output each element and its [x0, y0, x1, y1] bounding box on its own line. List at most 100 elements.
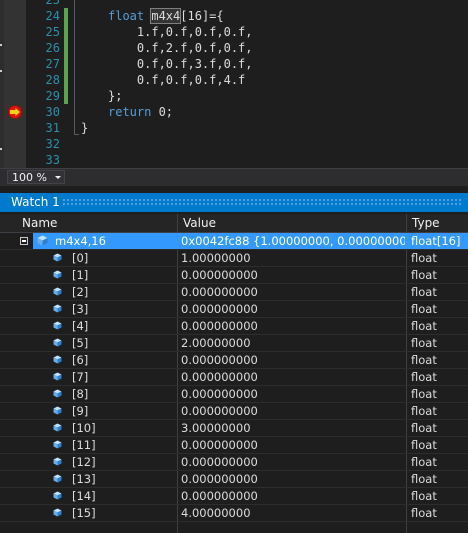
- code-text: }: [81, 120, 88, 136]
- watch-value[interactable]: 0.000000000: [181, 318, 405, 334]
- field-cube-icon: [53, 287, 62, 296]
- code-line[interactable]: 25 1.f,0.f,0.f,0.f,: [0, 24, 468, 40]
- zoom-dropdown[interactable]: 100 %: [7, 170, 65, 184]
- watch-value[interactable]: 1.00000000: [181, 250, 405, 266]
- watch-value[interactable]: 0x0042fc88 {1.00000000, 0.000000000, 0.0…: [181, 233, 405, 249]
- column-divider[interactable]: [177, 214, 178, 232]
- watch-type: float: [411, 421, 437, 435]
- watch-value[interactable]: 0.000000000: [181, 369, 405, 385]
- watch-row[interactable]: [7] 0.000000000 float: [0, 369, 468, 386]
- code-line[interactable]: 24 float m4x4[16]={: [0, 8, 468, 24]
- watch-type: float: [411, 489, 437, 503]
- watch-name: [7]: [72, 370, 89, 384]
- code-line[interactable]: 27 0.f,0.f,3.f,0.f,: [0, 56, 468, 72]
- code-keyword: float: [108, 9, 152, 23]
- watch-name: m4x4,16: [55, 234, 106, 248]
- watch-row-parent[interactable]: m4x4,16 0x0042fc88 {1.00000000, 0.000000…: [0, 233, 468, 250]
- watch-row[interactable]: [14] 0.000000000 float: [0, 488, 468, 505]
- column-header-name[interactable]: Name: [22, 214, 57, 232]
- code-editor[interactable]: 25 24 float m4x4[16]={25 1.f,0.f,0.f,0.f, 2…: [0, 0, 468, 168]
- watch-value[interactable]: 0.000000000: [181, 454, 405, 470]
- zoom-level: 100 %: [12, 171, 47, 184]
- watch-value[interactable]: 0.000000000: [181, 301, 405, 317]
- line-number: 29: [45, 89, 60, 103]
- watch-name: [3]: [72, 302, 89, 316]
- code-line[interactable]: 26 0.f,2.f,0.f,0.f,: [0, 40, 468, 56]
- line-number: 30: [45, 105, 60, 119]
- watch-row[interactable]: [15] 4.00000000 float: [0, 505, 468, 522]
- collapse-minus-icon[interactable]: [20, 237, 28, 245]
- code-line[interactable]: 29};: [0, 88, 468, 104]
- watch-column-header: Name Value Type: [0, 214, 468, 233]
- watch-type: float: [411, 404, 437, 418]
- watch-row[interactable]: [8] 0.000000000 float: [0, 386, 468, 403]
- code-line[interactable]: 32: [0, 136, 468, 152]
- code-token: 0.f,0.f,0.f,4.f: [108, 73, 246, 87]
- watch-row[interactable]: [0] 1.00000000 float: [0, 250, 468, 267]
- watch-row[interactable]: [9] 0.000000000 float: [0, 403, 468, 420]
- field-cube-icon: [53, 304, 62, 313]
- watch-row[interactable]: [4] 0.000000000 float: [0, 318, 468, 335]
- watch-type: float: [411, 506, 437, 520]
- watch-type: float[16]: [411, 234, 461, 248]
- watch-type: float: [411, 455, 437, 469]
- watch-row[interactable]: [10] 3.00000000 float: [0, 420, 468, 437]
- watch-value[interactable]: 0.000000000: [181, 284, 405, 300]
- ide-window: 25 24 float m4x4[16]={25 1.f,0.f,0.f,0.f, 2…: [0, 0, 468, 533]
- watch-type: float: [411, 438, 437, 452]
- watch-row[interactable]: [5] 2.00000000 float: [0, 335, 468, 352]
- watch-name: [14]: [72, 489, 96, 503]
- code-line[interactable]: 28 0.f,0.f,0.f,4.f: [0, 72, 468, 88]
- watch-value[interactable]: 0.000000000: [181, 267, 405, 283]
- watch-type: float: [411, 285, 437, 299]
- watch-row[interactable]: [2] 0.000000000 float: [0, 284, 468, 301]
- watch-value[interactable]: 3.00000000: [181, 420, 405, 436]
- field-cube-icon: [53, 389, 62, 398]
- code-text: };: [108, 88, 122, 104]
- field-cube-icon: [53, 491, 62, 500]
- watch-value[interactable]: 2.00000000: [181, 335, 405, 351]
- watch-value[interactable]: 4.00000000: [181, 505, 405, 521]
- line-number: 27: [45, 57, 60, 71]
- watch-row[interactable]: [3] 0.000000000 float: [0, 301, 468, 318]
- code-line[interactable]: 33: [0, 152, 468, 168]
- watch-name: [12]: [72, 455, 96, 469]
- watch-window-title: Watch 1: [11, 195, 60, 209]
- code-token: }: [81, 121, 89, 135]
- watch-row[interactable]: [6] 0.000000000 float: [0, 352, 468, 369]
- watch-value[interactable]: 0.000000000: [181, 471, 405, 487]
- field-cube-icon: [37, 235, 48, 246]
- watch-name: [11]: [72, 438, 96, 452]
- watch-name: [9]: [72, 404, 89, 418]
- code-line[interactable]: 31}: [0, 120, 468, 136]
- code-text: return 0;: [108, 104, 173, 120]
- watch-name: [13]: [72, 472, 96, 486]
- code-line[interactable]: 30 return 0;: [0, 104, 468, 120]
- line-number: 24: [45, 9, 60, 23]
- column-header-type[interactable]: Type: [412, 214, 440, 232]
- watch-name: [1]: [72, 268, 89, 282]
- watch-name: [8]: [72, 387, 89, 401]
- column-header-value[interactable]: Value: [183, 214, 216, 232]
- watch-value[interactable]: 0.000000000: [181, 352, 405, 368]
- watch-type: float: [411, 387, 437, 401]
- watch-row[interactable]: [13] 0.000000000 float: [0, 471, 468, 488]
- field-cube-icon: [53, 253, 62, 262]
- watch-row[interactable]: [11] 0.000000000 float: [0, 437, 468, 454]
- watch-row[interactable]: [1] 0.000000000 float: [0, 267, 468, 284]
- column-divider[interactable]: [406, 214, 407, 232]
- watch-value[interactable]: 0.000000000: [181, 403, 405, 419]
- code-text: 1.f,0.f,0.f,0.f,: [108, 24, 253, 40]
- code-line[interactable]: 25: [0, 0, 468, 8]
- watch-value[interactable]: 0.000000000: [181, 488, 405, 504]
- code-text: 0.f,2.f,0.f,0.f,: [108, 40, 253, 56]
- code-text: float m4x4[16]={: [108, 8, 224, 24]
- watch-value[interactable]: 0.000000000: [181, 386, 405, 402]
- watch-window-title-bar[interactable]: Watch 1: [0, 193, 468, 212]
- field-cube-icon: [53, 474, 62, 483]
- watch-row[interactable]: [12] 0.000000000 float: [0, 454, 468, 471]
- field-cube-icon: [53, 270, 62, 279]
- watch-value[interactable]: 0.000000000: [181, 437, 405, 453]
- title-bar-grip[interactable]: [62, 198, 462, 206]
- watch-type: float: [411, 336, 437, 350]
